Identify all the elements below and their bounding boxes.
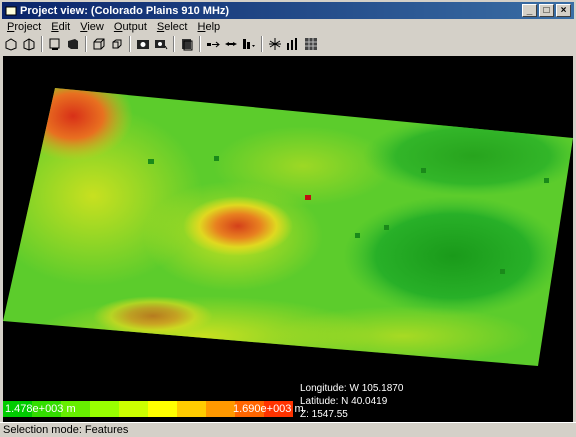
cursor-coordinates: Longitude: W 105.1870 Latitude: N 40.041… [300,382,403,421]
signal-bars-icon[interactable] [285,36,301,52]
toolbar-separator [85,36,87,52]
menu-help[interactable]: Help [193,21,226,33]
arrow-double-icon[interactable] [223,36,239,52]
feature-marker-6[interactable] [544,178,549,183]
latitude-readout: Latitude: N 40.0419 [300,396,388,407]
legend-swatch-7 [206,401,235,417]
status-bar: Selection mode: Features [0,422,576,437]
legend-swatch-6 [177,401,206,417]
menu-edit[interactable]: Edit [46,21,75,33]
menu-view[interactable]: View [75,21,109,33]
menu-bar: Project Edit View Output Select Help [2,19,225,34]
antenna-icon[interactable] [267,36,283,52]
arrow-right-icon[interactable] [205,36,221,52]
3d-viewport[interactable]: Longitude: W 105.1870 Latitude: N 40.041… [3,56,573,422]
toolbar-separator [173,36,175,52]
close-button[interactable]: × [556,4,571,17]
cube-view-icon[interactable] [47,36,63,52]
app-icon [5,5,17,17]
feature-marker-selected[interactable] [305,195,311,200]
grid-icon[interactable] [303,36,319,52]
camera-rotate-icon[interactable] [153,36,169,52]
open-folder-icon[interactable] [21,36,37,52]
solid-view-icon[interactable] [65,36,81,52]
toolbar-separator [199,36,201,52]
cube-small-icon[interactable] [109,36,125,52]
terrain-map[interactable] [3,56,573,422]
legend-swatch-3 [90,401,119,417]
cube-outline-icon[interactable] [91,36,107,52]
minimize-button[interactable]: _ [522,4,537,17]
elevation-readout: Z: 1547.55 [300,409,348,420]
feature-marker-2[interactable] [214,156,219,161]
feature-marker-5[interactable] [421,168,426,173]
toolbar-separator [261,36,263,52]
layers-icon[interactable] [179,36,195,52]
menu-select[interactable]: Select [152,21,193,33]
toolbar-separator [129,36,131,52]
legend-swatch-4 [119,401,148,417]
camera-icon[interactable] [135,36,151,52]
chart-dropdown-icon[interactable] [241,36,257,52]
feature-marker-3[interactable] [355,233,360,238]
status-text: Selection mode: Features [3,424,129,436]
feature-marker-1[interactable] [148,159,154,164]
menu-project[interactable]: Project [2,21,46,33]
toolbar [2,34,574,54]
maximize-button[interactable]: □ [539,4,554,17]
feature-marker-7[interactable] [500,269,505,274]
legend-min-label: 1.478e+003 m [5,403,76,415]
legend-swatch-5 [148,401,177,417]
toolbar-separator [41,36,43,52]
longitude-readout: Longitude: W 105.1870 [300,383,404,394]
title-bar: Project view: (Colorado Plains 910 MHz) … [2,2,574,19]
menu-output[interactable]: Output [109,21,152,33]
feature-marker-4[interactable] [384,225,389,230]
open-icon[interactable] [3,36,19,52]
window-title: Project view: (Colorado Plains 910 MHz) [20,4,230,17]
legend-max-label: 1.690e+003 m [233,403,304,415]
app-window: Project view: (Colorado Plains 910 MHz) … [0,0,576,437]
